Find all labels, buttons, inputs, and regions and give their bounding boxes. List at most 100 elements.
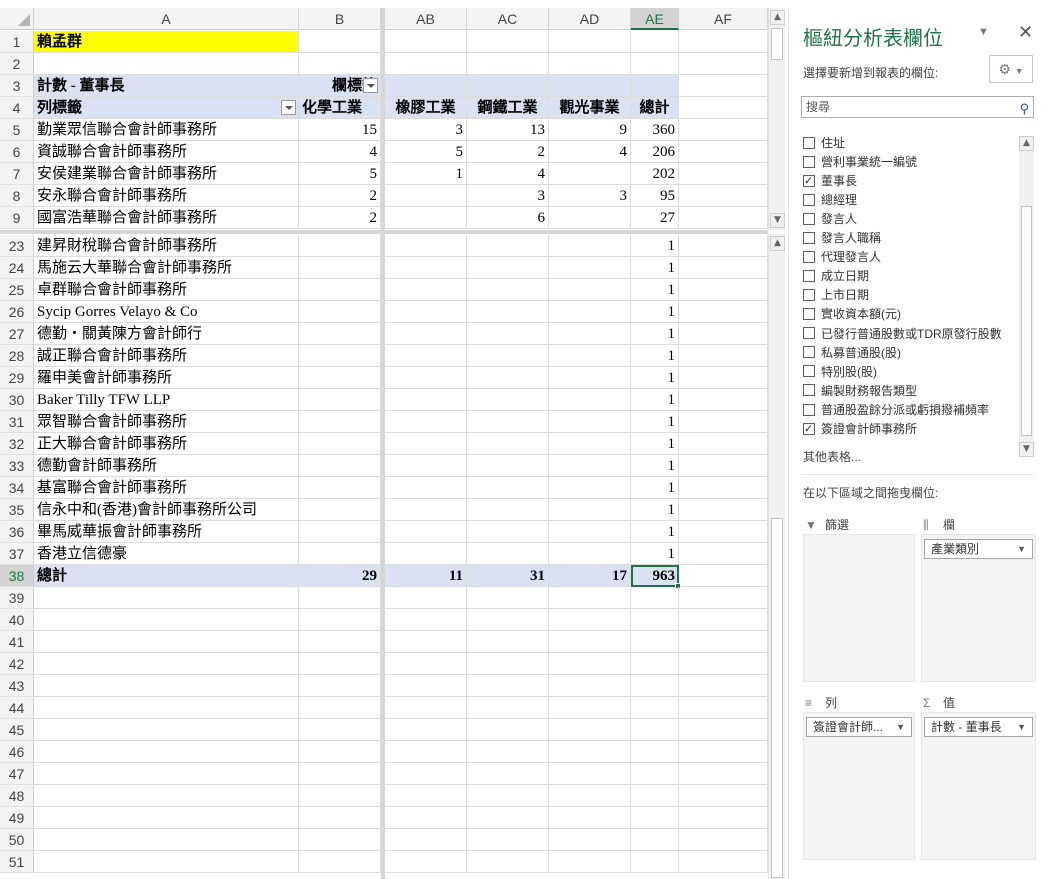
cell-ae33[interactable]: 1	[631, 455, 679, 477]
cell-a3[interactable]: 計數 - 董事長	[34, 75, 299, 97]
cell-ab50[interactable]	[385, 829, 467, 851]
cell-a23[interactable]: 建昇財稅聯合會計師事務所	[34, 235, 299, 257]
cell-ad7[interactable]	[549, 163, 631, 185]
cell-ae32[interactable]: 1	[631, 433, 679, 455]
cell-b25[interactable]	[299, 279, 381, 301]
column-header-ad[interactable]: AD	[549, 8, 631, 30]
cell-ae39[interactable]	[631, 587, 679, 609]
cell-ab34[interactable]	[385, 477, 467, 499]
cell-a6[interactable]: 資誠聯合會計師事務所	[34, 141, 299, 163]
cell-ae40[interactable]	[631, 609, 679, 631]
cell-ae4[interactable]: 總計	[631, 97, 679, 119]
cell-b51[interactable]	[299, 851, 381, 873]
field-list-item[interactable]: 發言人	[803, 210, 857, 229]
row-header[interactable]: 42	[0, 653, 34, 675]
cell-ae5[interactable]: 360	[631, 119, 679, 141]
cell-ad9[interactable]	[549, 207, 631, 229]
cell-a2[interactable]	[34, 53, 299, 75]
spreadsheet-grid[interactable]: A B AB AC AD AE AF 1 賴孟群 2 3 計數 - 董事長 欄標籤 4 列標籤 化學工業 橡膠…	[0, 0, 768, 879]
cell-ab9[interactable]	[385, 207, 467, 229]
cell-ad35[interactable]	[549, 499, 631, 521]
cell-af50[interactable]	[679, 829, 768, 851]
scroll-down-icon[interactable]: ▼	[1019, 442, 1034, 457]
cell-ae38[interactable]: 963	[631, 565, 679, 587]
field-list-item[interactable]: 編製財務報告類型	[803, 382, 917, 401]
cell-ad32[interactable]	[549, 433, 631, 455]
cell-b43[interactable]	[299, 675, 381, 697]
cell-ae6[interactable]: 206	[631, 141, 679, 163]
cell-af28[interactable]	[679, 345, 768, 367]
checkbox[interactable]	[803, 251, 815, 264]
row-header[interactable]: 26	[0, 301, 34, 323]
row-header[interactable]: 31	[0, 411, 34, 433]
cell-a39[interactable]	[34, 587, 299, 609]
column-header-af[interactable]: AF	[679, 8, 768, 30]
cell-ab7[interactable]: 1	[385, 163, 467, 185]
cell-ab41[interactable]	[385, 631, 467, 653]
cell-ac2[interactable]	[467, 53, 549, 75]
row-header[interactable]: 38	[0, 565, 34, 587]
cell-a31[interactable]: 眾智聯合會計師事務所	[34, 411, 299, 433]
cell-a43[interactable]	[34, 675, 299, 697]
row-header[interactable]: 45	[0, 719, 34, 741]
cell-ae9[interactable]: 27	[631, 207, 679, 229]
column-labels-filter-dropdown-icon[interactable]	[363, 78, 378, 93]
cell-ad27[interactable]	[549, 323, 631, 345]
column-header-ab[interactable]: AB	[385, 8, 467, 30]
cell-af9[interactable]	[679, 207, 768, 229]
cell-a34[interactable]: 基富聯合會計師事務所	[34, 477, 299, 499]
checkbox[interactable]	[803, 308, 815, 321]
cell-af43[interactable]	[679, 675, 768, 697]
cell-af25[interactable]	[679, 279, 768, 301]
cell-af30[interactable]	[679, 389, 768, 411]
cell-ab30[interactable]	[385, 389, 467, 411]
cell-ac36[interactable]	[467, 521, 549, 543]
row-header[interactable]: 51	[0, 851, 34, 873]
cell-ac29[interactable]	[467, 367, 549, 389]
cell-ae30[interactable]: 1	[631, 389, 679, 411]
select-all-corner[interactable]	[0, 8, 34, 30]
row-header[interactable]: 1	[0, 31, 34, 53]
search-input[interactable]: 搜尋 ⚲	[801, 96, 1034, 118]
field-list-item[interactable]: 私募普通股(股)	[803, 344, 901, 363]
cell-ae7[interactable]: 202	[631, 163, 679, 185]
cell-ad26[interactable]	[549, 301, 631, 323]
cell-ac4[interactable]: 鋼鐵工業	[467, 97, 549, 119]
cell-b50[interactable]	[299, 829, 381, 851]
cell-ad49[interactable]	[549, 807, 631, 829]
cell-a9[interactable]: 國富浩華聯合會計師事務所	[34, 207, 299, 229]
cell-b49[interactable]	[299, 807, 381, 829]
cell-ab6[interactable]: 5	[385, 141, 467, 163]
cell-b23[interactable]	[299, 235, 381, 257]
cell-ab43[interactable]	[385, 675, 467, 697]
cell-b45[interactable]	[299, 719, 381, 741]
rows-drop-area[interactable]: 簽證會計師... ▼	[803, 712, 915, 860]
cell-ad23[interactable]	[549, 235, 631, 257]
cell-a49[interactable]	[34, 807, 299, 829]
cell-ac1[interactable]	[467, 31, 549, 53]
cell-ad30[interactable]	[549, 389, 631, 411]
row-labels-sort-filter-dropdown-icon[interactable]	[281, 100, 296, 115]
field-list-item[interactable]: 營利事業統一編號	[803, 153, 917, 172]
cell-ad2[interactable]	[549, 53, 631, 75]
columns-drop-area[interactable]: 產業類別 ▼	[921, 534, 1036, 682]
cell-ad51[interactable]	[549, 851, 631, 873]
cell-ad40[interactable]	[549, 609, 631, 631]
cell-a26[interactable]: Sycip Gorres Velayo & Co	[34, 301, 299, 323]
cell-ab38[interactable]: 11	[385, 565, 467, 587]
cell-b31[interactable]	[299, 411, 381, 433]
cell-a24[interactable]: 馬施云大華聯合會計師事務所	[34, 257, 299, 279]
cell-b48[interactable]	[299, 785, 381, 807]
cell-ae26[interactable]: 1	[631, 301, 679, 323]
cell-ac45[interactable]	[467, 719, 549, 741]
cell-af48[interactable]	[679, 785, 768, 807]
cell-a46[interactable]	[34, 741, 299, 763]
cell-b27[interactable]	[299, 323, 381, 345]
checkbox[interactable]	[803, 327, 815, 340]
cell-a41[interactable]	[34, 631, 299, 653]
cell-af7[interactable]	[679, 163, 768, 185]
row-header[interactable]: 27	[0, 323, 34, 345]
cell-af32[interactable]	[679, 433, 768, 455]
cell-b37[interactable]	[299, 543, 381, 565]
cell-b32[interactable]	[299, 433, 381, 455]
